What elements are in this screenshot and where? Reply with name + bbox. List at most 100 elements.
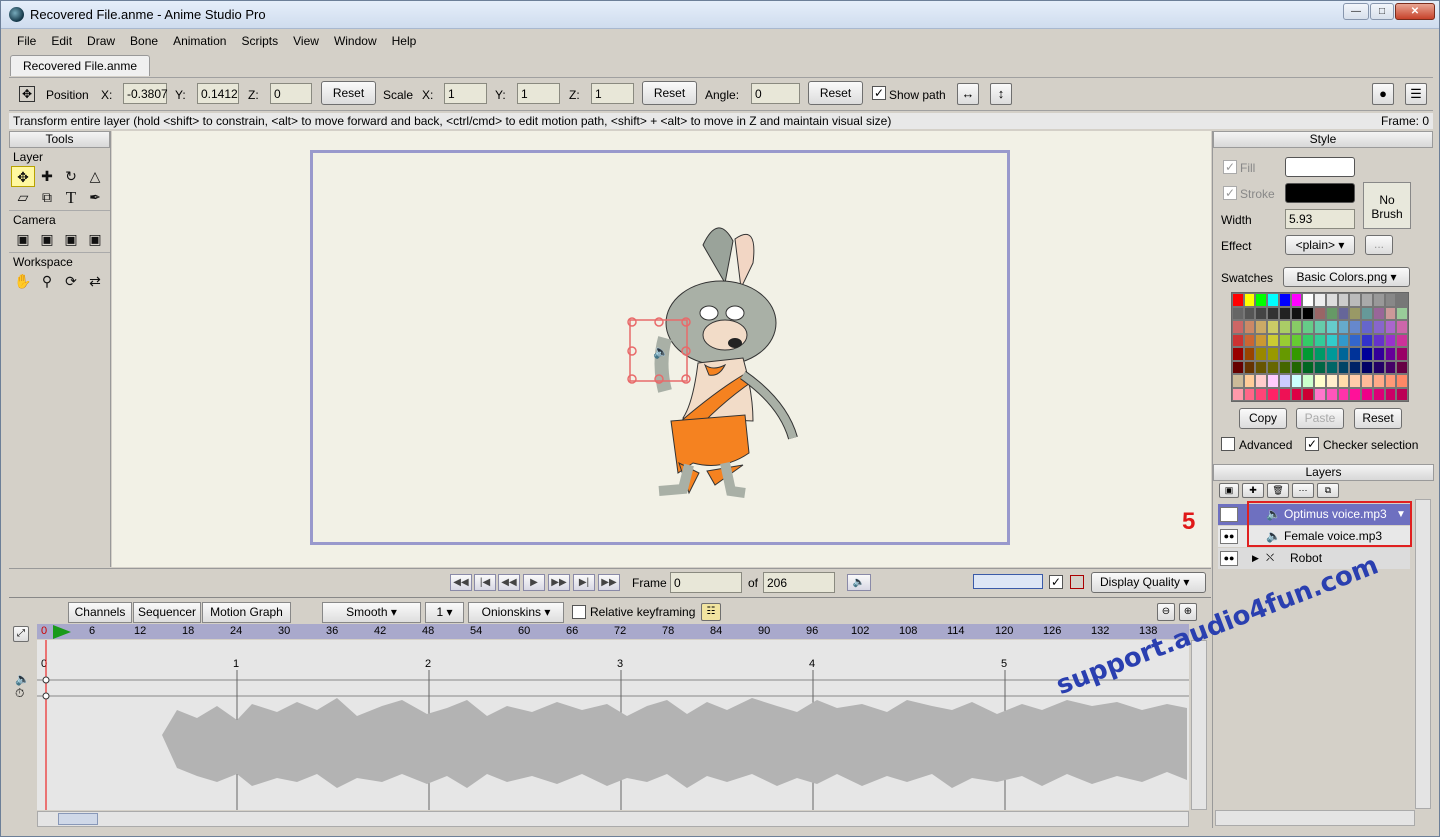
color-swatch[interactable] bbox=[1243, 360, 1256, 374]
lock-icon[interactable]: ☷ bbox=[701, 603, 721, 621]
color-swatch[interactable] bbox=[1396, 306, 1408, 320]
menu-animation[interactable]: Animation bbox=[165, 30, 233, 48]
tab-sequencer[interactable]: Sequencer bbox=[133, 602, 201, 623]
color-swatch[interactable] bbox=[1337, 320, 1350, 334]
color-swatch[interactable] bbox=[1255, 347, 1268, 361]
color-swatch[interactable] bbox=[1278, 333, 1291, 347]
color-swatch[interactable] bbox=[1267, 306, 1279, 320]
paste-button[interactable]: Paste bbox=[1296, 408, 1344, 429]
hand-tool[interactable]: ✋ bbox=[11, 271, 35, 292]
color-swatch[interactable] bbox=[1267, 347, 1279, 361]
color-swatch[interactable] bbox=[1372, 333, 1385, 347]
color-swatch[interactable] bbox=[1349, 320, 1362, 334]
onionskins-dropdown[interactable]: Onionskins ▾ bbox=[468, 602, 564, 623]
color-swatch[interactable] bbox=[1255, 374, 1268, 388]
shear-layer-tool[interactable]: △ bbox=[83, 166, 107, 187]
color-swatch[interactable] bbox=[1267, 320, 1279, 334]
color-swatch[interactable] bbox=[1372, 293, 1385, 307]
color-swatch[interactable] bbox=[1243, 306, 1256, 320]
fill-checkbox[interactable]: ✓ bbox=[1223, 160, 1237, 174]
angle-field[interactable]: 0 bbox=[751, 83, 800, 104]
layer-selector-tool[interactable]: ⧉ bbox=[35, 187, 59, 208]
color-swatch[interactable] bbox=[1361, 333, 1373, 347]
reset-position-button[interactable]: Reset bbox=[321, 81, 376, 105]
color-swatch[interactable] bbox=[1349, 333, 1362, 347]
rewind-icon[interactable]: ◀◀ bbox=[498, 574, 520, 591]
scale-x-field[interactable]: 1 bbox=[444, 83, 487, 104]
menu-file[interactable]: File bbox=[9, 30, 43, 48]
color-swatch[interactable] bbox=[1278, 306, 1291, 320]
safe-frame-icon[interactable] bbox=[1070, 575, 1084, 589]
layers-horizontal-scrollbar[interactable] bbox=[1215, 810, 1415, 826]
new-layer-icon[interactable]: ▣ bbox=[1219, 483, 1239, 498]
add-layer-icon[interactable]: ✚ bbox=[1242, 483, 1264, 498]
color-swatch[interactable] bbox=[1349, 387, 1362, 401]
current-frame-field[interactable]: 0 bbox=[670, 572, 742, 593]
color-swatch[interactable] bbox=[1302, 306, 1315, 320]
relative-keyframing-checkbox[interactable] bbox=[572, 605, 586, 619]
tab-motion-graph[interactable]: Motion Graph bbox=[202, 602, 291, 623]
rotate-workspace-tool[interactable]: ⟳ bbox=[59, 271, 83, 292]
color-swatch[interactable] bbox=[1232, 320, 1244, 334]
color-swatch[interactable] bbox=[1314, 333, 1326, 347]
color-swatch[interactable] bbox=[1314, 374, 1326, 388]
color-swatch[interactable] bbox=[1384, 387, 1397, 401]
color-swatch[interactable] bbox=[1243, 333, 1256, 347]
color-swatch[interactable] bbox=[1337, 333, 1350, 347]
color-swatch[interactable] bbox=[1267, 374, 1279, 388]
frame-ruler[interactable]: 0 6 12 18 24 30 36 42 48 54 60 66 72 78 … bbox=[37, 624, 1189, 639]
show-path-checkbox[interactable]: ✓ bbox=[872, 86, 886, 100]
color-swatch[interactable] bbox=[1255, 333, 1268, 347]
color-swatch[interactable] bbox=[1361, 387, 1373, 401]
interp-count-dropdown[interactable]: 1 ▾ bbox=[425, 602, 464, 623]
color-swatch[interactable] bbox=[1325, 333, 1338, 347]
transform-layer-tool[interactable]: ✥ bbox=[11, 166, 35, 187]
eyedropper-tool[interactable]: ✒ bbox=[83, 187, 107, 208]
display-quality-dropdown[interactable]: Display Quality ▾ bbox=[1091, 572, 1206, 593]
menu-scripts[interactable]: Scripts bbox=[233, 30, 285, 48]
color-swatch[interactable] bbox=[1349, 293, 1362, 307]
effect-dropdown[interactable]: <plain> ▾ bbox=[1285, 235, 1355, 255]
scale-z-field[interactable]: 1 bbox=[591, 83, 634, 104]
color-swatch[interactable] bbox=[1396, 360, 1408, 374]
color-swatch[interactable] bbox=[1372, 306, 1385, 320]
color-swatch[interactable] bbox=[1302, 293, 1315, 307]
tab-channels[interactable]: Channels bbox=[68, 602, 132, 623]
color-swatch[interactable] bbox=[1384, 360, 1397, 374]
color-swatch[interactable] bbox=[1302, 333, 1315, 347]
scale-y-field[interactable]: 1 bbox=[517, 83, 560, 104]
color-swatch[interactable] bbox=[1372, 387, 1385, 401]
color-swatch[interactable] bbox=[1302, 374, 1315, 388]
view-layout-icons[interactable] bbox=[973, 574, 1043, 589]
color-swatch[interactable] bbox=[1255, 320, 1268, 334]
color-swatch[interactable] bbox=[1349, 360, 1362, 374]
effect-more-button[interactable]: ... bbox=[1365, 235, 1393, 255]
color-swatch[interactable] bbox=[1232, 293, 1244, 307]
color-swatch[interactable] bbox=[1325, 360, 1338, 374]
set-origin-tool[interactable]: ✚ bbox=[35, 166, 59, 187]
color-swatch[interactable] bbox=[1372, 347, 1385, 361]
color-swatch[interactable] bbox=[1267, 360, 1279, 374]
color-swatch[interactable] bbox=[1267, 387, 1279, 401]
color-swatch[interactable] bbox=[1232, 347, 1244, 361]
color-swatch[interactable] bbox=[1384, 374, 1397, 388]
position-y-field[interactable]: 0.1412 bbox=[197, 83, 239, 104]
reset-style-button[interactable]: Reset bbox=[1354, 408, 1402, 429]
color-swatch[interactable] bbox=[1396, 320, 1408, 334]
character-icon[interactable]: ● bbox=[1372, 83, 1394, 105]
perspective-tool[interactable]: ▱ bbox=[11, 187, 35, 208]
quality-checkbox[interactable]: ✓ bbox=[1049, 575, 1063, 589]
menu-bone[interactable]: Bone bbox=[122, 30, 165, 48]
interpolation-dropdown[interactable]: Smooth ▾ bbox=[322, 602, 421, 623]
color-swatch[interactable] bbox=[1396, 387, 1408, 401]
orbit-workspace-tool[interactable]: ⇄ bbox=[83, 271, 107, 292]
timeline-vertical-scrollbar[interactable] bbox=[1191, 640, 1207, 810]
color-swatch[interactable] bbox=[1372, 320, 1385, 334]
rotate-layer-tool[interactable]: ↻ bbox=[59, 166, 83, 187]
color-swatch[interactable] bbox=[1232, 374, 1244, 388]
maximize-icon[interactable]: □ bbox=[1370, 3, 1394, 20]
layers-vertical-scrollbar[interactable] bbox=[1415, 499, 1431, 809]
color-swatch[interactable] bbox=[1255, 387, 1268, 401]
color-swatch[interactable] bbox=[1290, 374, 1303, 388]
advanced-checkbox[interactable] bbox=[1221, 437, 1235, 451]
